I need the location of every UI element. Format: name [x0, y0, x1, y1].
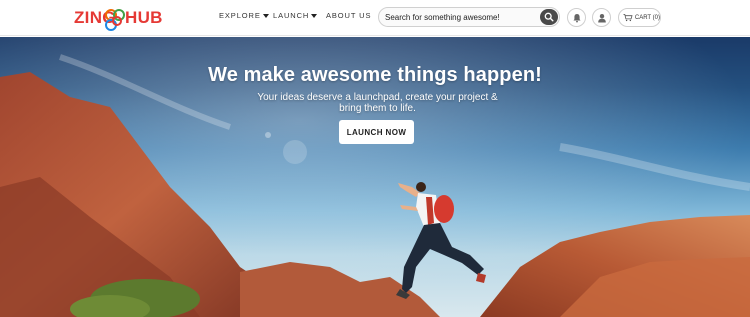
brand-rings-icon [105, 9, 125, 31]
hero-subtitle: Your ideas deserve a launchpad, create y… [257, 92, 498, 114]
chevron-down-icon [311, 13, 318, 18]
search-button[interactable] [540, 9, 558, 25]
cart-label: CART (0) [634, 14, 660, 21]
bell-icon [573, 13, 580, 22]
search-input[interactable] [385, 9, 535, 25]
cart-icon [623, 13, 633, 22]
hero-title: We make awesome things happen! [208, 64, 542, 86]
notifications-button[interactable] [567, 8, 586, 27]
nav-launch[interactable]: LAUNCH [273, 11, 318, 20]
nav-launch-label: LAUNCH [273, 11, 310, 20]
hero-banner: We make awesome things happen! Your idea… [0, 37, 750, 317]
user-icon [597, 13, 606, 22]
brand-name-right: HUB [125, 8, 163, 27]
search-icon [544, 12, 554, 22]
nav-explore-label: EXPLORE [219, 11, 261, 20]
cart-button[interactable]: CART (0) [618, 8, 661, 27]
brand-logo[interactable]: ZING HUB [74, 5, 166, 31]
launch-now-button[interactable]: LAUNCH NOW [339, 120, 414, 144]
search-bar [378, 7, 560, 27]
site-header: ZING HUB EXPLORE LAUNCH ABOUT US Search … [0, 0, 750, 36]
nav-about-us[interactable]: ABOUT US [326, 11, 371, 20]
chevron-down-icon [262, 13, 269, 18]
account-button[interactable] [592, 8, 611, 27]
nav-explore[interactable]: EXPLORE [219, 11, 269, 20]
nav-about-us-label: ABOUT US [326, 11, 372, 20]
